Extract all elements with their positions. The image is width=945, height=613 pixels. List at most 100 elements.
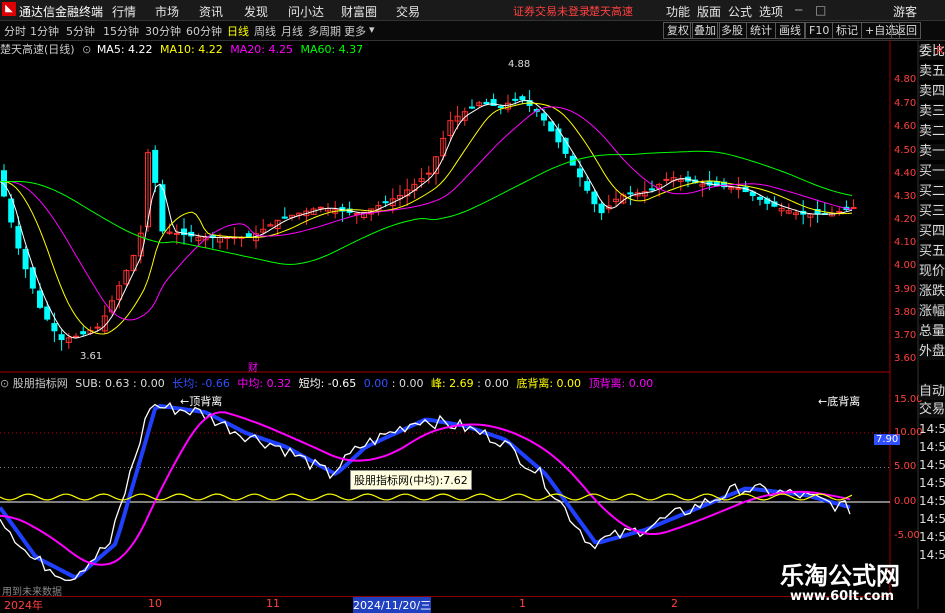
sub-y-tick: -5.00 (894, 530, 920, 541)
candle-body (519, 96, 526, 101)
right-panel-toggle[interactable]: R (936, 44, 944, 57)
value-2: 0.00 (363, 377, 389, 390)
candle-body (512, 98, 519, 101)
side-label[interactable]: 买一 (919, 164, 945, 180)
ma60-line (0, 150, 853, 265)
candle-body (757, 196, 763, 200)
ma20-line (0, 106, 853, 321)
candle-body (58, 334, 65, 341)
candle-body (627, 192, 634, 195)
watermark-url: www.60lt.com (790, 589, 895, 604)
tick-time: 14:56 (919, 476, 945, 490)
side-label[interactable]: 总量 (919, 324, 945, 340)
candle-body (497, 106, 504, 109)
peak-value: 峰: 2.69 (430, 377, 474, 390)
side-label[interactable]: 外盘 (919, 344, 945, 360)
candle-body (317, 206, 324, 209)
candle-body (37, 290, 43, 308)
y-tick: 4.40 (894, 168, 917, 179)
candle-body (469, 106, 475, 109)
candle-body (22, 249, 29, 270)
candle-body (836, 211, 843, 214)
side-label[interactable]: 现价 (919, 264, 945, 280)
candles-group (1, 90, 857, 351)
low-price-label: 3.61 (80, 351, 103, 362)
finance-marker[interactable]: 财 (248, 359, 258, 374)
sub-y-tick: 0.00 (894, 496, 917, 507)
tick-time: 14:56 (919, 530, 945, 544)
value-3: : 0.00 (391, 377, 424, 390)
future-data-note: 用到未来数据 (2, 587, 62, 598)
indicator-tooltip: 股朋指标网(中均):7.62 (350, 470, 472, 490)
candle-body (173, 232, 180, 235)
y-tick: 3.70 (894, 330, 917, 341)
sub-y-tick: 5.00 (894, 461, 917, 472)
x-tick: 2024年 (4, 599, 43, 612)
candle-body (598, 203, 605, 214)
side-label[interactable]: 卖一 (919, 144, 945, 160)
side-label[interactable]: 买五 (919, 244, 945, 260)
candle-body (548, 121, 555, 132)
candle-body (555, 128, 562, 143)
ma5-line (0, 99, 853, 339)
tick-time: 14:56 (919, 512, 945, 526)
indicator-name: 股朋指标网 (12, 377, 68, 390)
side-label[interactable]: 卖二 (919, 124, 945, 140)
x-tick: 1 (519, 597, 526, 610)
side-label[interactable]: 涨幅 (919, 304, 945, 320)
chart-canvas[interactable] (0, 0, 945, 609)
side-label[interactable]: 卖五 (919, 64, 945, 80)
short-avg-value: 短均: -0.65 (298, 377, 357, 390)
y-tick: 4.00 (894, 260, 917, 271)
candle-body (44, 306, 51, 320)
side-label[interactable]: 卖三 (919, 104, 945, 120)
y-tick: 3.90 (894, 284, 917, 295)
top-divergence-label: ←顶背离 (180, 395, 223, 408)
candle-body (663, 178, 670, 181)
side-label[interactable]: 买三 (919, 204, 945, 220)
watermark-title: 乐淘公式网 (780, 562, 900, 590)
x-tick: 11 (266, 597, 280, 610)
indicator-settings-icon[interactable]: ⊙ (0, 377, 9, 390)
high-price-label: 4.88 (508, 59, 531, 70)
y-tick: 4.50 (894, 145, 917, 156)
candle-body (281, 216, 288, 219)
candle-body (425, 172, 432, 175)
y-tick: 4.10 (894, 237, 917, 248)
candle-body (649, 188, 655, 191)
side-label[interactable]: 买四 (919, 224, 945, 240)
value-4: : 0.00 (477, 377, 509, 390)
short-avg-line (0, 401, 851, 581)
tick-time: 14:56 (919, 422, 945, 436)
side-label[interactable]: 买二 (919, 184, 945, 200)
x-tick-current: 2024/11/20/三 (353, 597, 432, 613)
candle-body (584, 181, 591, 191)
tick-time: 14:56 (919, 548, 945, 562)
y-tick: 3.80 (894, 307, 917, 318)
candle-body (94, 326, 101, 329)
y-tick: 4.80 (894, 74, 917, 85)
x-axis: 2024年 10 11 2024/11/20/三 1 2 (0, 596, 890, 613)
tick-time: 14:56 (919, 458, 945, 472)
candle-body (51, 323, 58, 332)
y-tick: 3.60 (894, 353, 917, 364)
side-label[interactable]: 卖四 (919, 84, 945, 100)
y-tick: 4.20 (894, 214, 917, 225)
top-divergence-value: 顶背离: 0.00 (588, 377, 654, 390)
tick-time: 14:56 (919, 494, 945, 508)
side-label-trade[interactable]: 交易 (919, 402, 945, 418)
y-tick: 4.70 (894, 98, 917, 109)
candle-body (80, 331, 87, 335)
candle-body (735, 187, 742, 190)
candle-body (382, 201, 389, 204)
candle-body (152, 149, 159, 183)
ma-lines-group (0, 99, 853, 339)
candle-body (541, 113, 547, 121)
side-label-auto[interactable]: 自动 (919, 384, 945, 400)
side-label[interactable]: 涨跌 (919, 284, 945, 300)
candle-body (15, 226, 22, 249)
candle-body (73, 335, 79, 338)
indicator-lines-group (0, 401, 890, 581)
candle-body (850, 207, 857, 210)
bottom-divergence-value: 底背离: 0.00 (516, 377, 582, 390)
